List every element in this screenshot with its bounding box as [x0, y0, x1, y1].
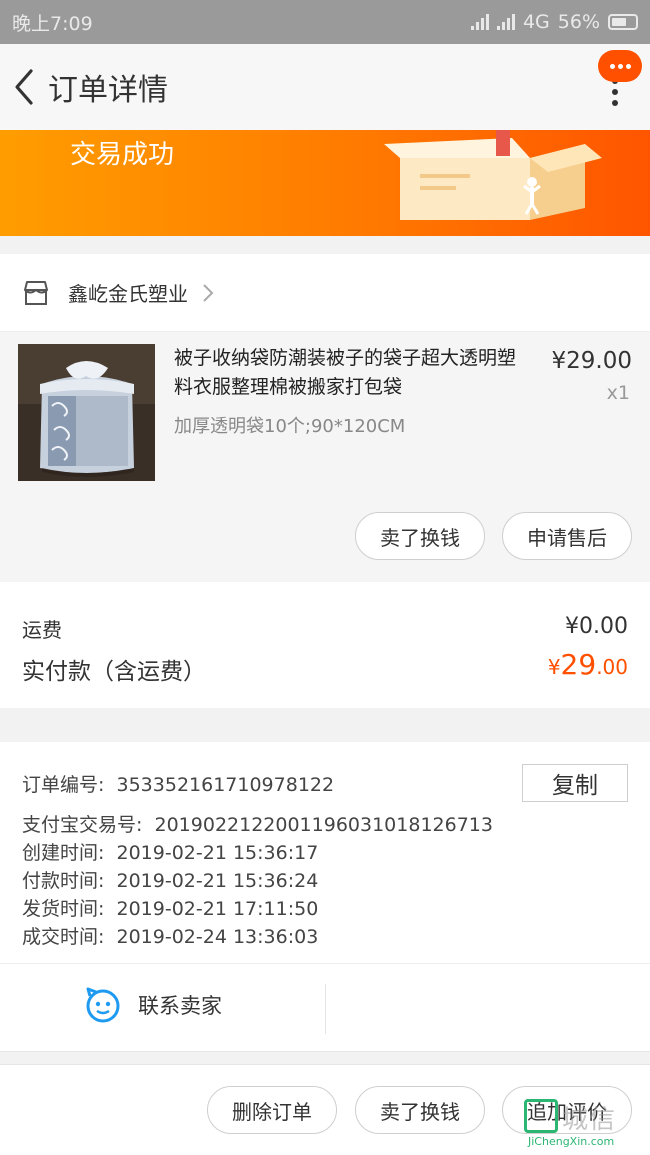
product-quantity: x1	[606, 382, 630, 404]
paid-time-row: 付款时间: 2019-02-21 15:36:24	[22, 870, 319, 892]
watermark-url: JiChengXin.com	[528, 1135, 615, 1148]
product-spec: 加厚透明袋10个;90*120CM	[174, 416, 406, 437]
more-menu-button[interactable]	[610, 78, 620, 108]
watermark: 城信 JiChengXin.com	[524, 1099, 642, 1151]
created-time-row: 创建时间: 2019-02-21 15:36:17	[22, 842, 319, 864]
status-bar: 晚上7:09 4G 56%	[0, 0, 650, 44]
shipped-time-row: 发货时间: 2019-02-21 17:11:50	[22, 898, 319, 920]
store-name: 鑫屹金氏塑业	[68, 282, 188, 306]
package-box-icon	[384, 130, 602, 220]
sell-for-money-button[interactable]: 卖了换钱	[355, 512, 485, 560]
nav-bar: 订单详情	[0, 44, 650, 130]
signal-icon	[470, 14, 489, 30]
chevron-left-icon	[15, 69, 33, 105]
completed-time-row: 成交时间: 2019-02-24 13:36:03	[22, 926, 319, 948]
battery-icon	[608, 14, 638, 30]
network-type: 4G	[522, 11, 550, 33]
contact-bar: 联系卖家	[0, 964, 650, 1052]
product-title[interactable]: 被子收纳袋防潮装被子的袋子超大透明塑料衣服整理棉被搬家打包袋	[174, 344, 534, 402]
order-info-panel: 订单编号: 353352161710978122 复制 支付宝交易号: 2019…	[0, 742, 650, 964]
product-item[interactable]: 被子收纳袋防潮装被子的袋子超大透明塑料衣服整理棉被搬家打包袋 加厚透明袋10个;…	[0, 332, 650, 582]
paid-amount-label: 实付款（含运费）	[22, 659, 206, 685]
watermark-logo-icon	[524, 1099, 558, 1133]
signal-icon-2	[496, 14, 515, 30]
fee-summary: 运费 ¥0.00 实付款（含运费） ¥29.00	[0, 582, 650, 708]
storage-bag-image	[18, 344, 155, 481]
delete-order-button[interactable]: 删除订单	[207, 1086, 337, 1134]
product-thumbnail[interactable]	[18, 344, 155, 481]
chevron-right-icon	[203, 283, 214, 302]
shipping-label: 运费	[22, 618, 62, 642]
copy-button[interactable]: 复制	[522, 764, 628, 802]
watermark-text: 城信	[562, 1105, 617, 1135]
alipay-number-row[interactable]: 支付宝交易号: 2019022122001196031018126713	[22, 810, 493, 837]
store-row[interactable]: 鑫屹金氏塑业	[0, 254, 650, 332]
status-time: 晚上7:09	[12, 12, 93, 35]
shipping-value: ¥0.00	[565, 614, 628, 639]
paid-amount-value: ¥29.00	[547, 648, 628, 681]
contact-seller-label: 联系卖家	[138, 994, 222, 1018]
after-sale-button[interactable]: 申请售后	[502, 512, 632, 560]
product-price: ¥29.00	[551, 348, 632, 374]
order-status-banner: 交易成功	[0, 130, 650, 236]
battery-percent: 56%	[557, 11, 600, 33]
sell-for-money-button-bottom[interactable]: 卖了换钱	[355, 1086, 485, 1134]
contact-seller-button[interactable]: 联系卖家	[84, 986, 222, 1024]
store-icon	[24, 280, 48, 305]
back-button[interactable]	[4, 44, 44, 130]
page-title: 订单详情	[48, 73, 168, 108]
order-number-row[interactable]: 订单编号: 353352161710978122	[22, 770, 334, 797]
status-right: 4G 56%	[470, 11, 638, 33]
divider	[325, 984, 326, 1034]
message-bubble-icon[interactable]	[598, 50, 642, 82]
chat-face-icon	[86, 987, 120, 1023]
order-status-title: 交易成功	[70, 140, 175, 170]
